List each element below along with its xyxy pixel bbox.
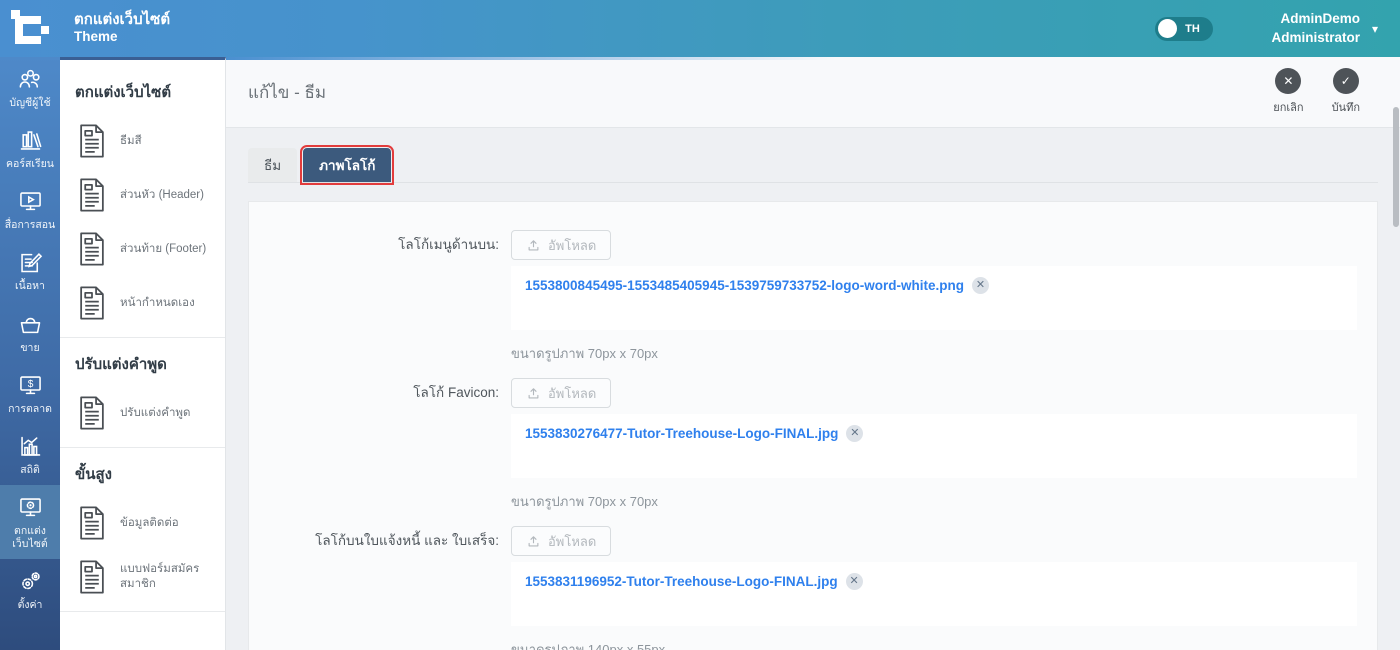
document-icon	[80, 124, 104, 158]
tab-theme[interactable]: ธีม	[248, 148, 298, 182]
courses-icon	[20, 131, 41, 150]
file-link[interactable]: 1553800845495-1553485405945-153975973375…	[525, 278, 964, 293]
document-icon	[80, 396, 104, 430]
submenu-heading-theme: ตกแต่งเว็บไซต์	[75, 84, 172, 101]
upload-icon	[528, 387, 539, 398]
divider	[60, 337, 225, 338]
document-icon	[80, 560, 104, 594]
file-link[interactable]: 1553831196952-Tutor-Treehouse-Logo-FINAL…	[525, 574, 838, 589]
sidebar-item-statistics[interactable]: สถิติ	[0, 424, 60, 485]
content-icon	[20, 253, 42, 273]
image-size-hint: ขนาดรูปภาพ 70px x 70px	[511, 346, 658, 361]
sidebar-item-courses[interactable]: คอร์สเรียน	[0, 118, 60, 179]
module-title: ตกแต่งเว็บไซต์ Theme	[74, 11, 170, 47]
divider	[60, 611, 225, 612]
tab-bar: ธีม ภาพโลโก้	[248, 145, 1378, 185]
document-icon	[80, 506, 104, 540]
app-window: ตกแต่งเว็บไซต์ Theme TH AdminDemo Admini…	[0, 0, 1400, 650]
user-name: AdminDemo	[1280, 11, 1360, 27]
language-label: TH	[1185, 22, 1200, 35]
uploaded-file-box: 1553831196952-Tutor-Treehouse-Logo-FINAL…	[511, 562, 1357, 626]
submenu-item-custom-page[interactable]: หน้ากำหนดเอง	[60, 276, 225, 330]
sidebar-item-sell[interactable]: ขาย	[0, 302, 60, 363]
logo-form-panel: โลโก้เมนูด้านบน: อัพโหลด 1553800845495-1…	[248, 201, 1378, 650]
sub-sidebar: ตกแต่งเว็บไซต์ ธีมสี ส่วนหัว (Header) ส่…	[60, 57, 226, 650]
document-icon	[80, 232, 104, 266]
upload-button[interactable]: อัพโหลด	[511, 378, 612, 408]
upload-button[interactable]: อัพโหลด	[511, 526, 612, 556]
divider	[60, 447, 225, 448]
field-label: โลโก้ Favicon:	[413, 385, 499, 400]
uploaded-file-box: 1553830276477-Tutor-Treehouse-Logo-FINAL…	[511, 414, 1357, 478]
language-toggle[interactable]: TH	[1155, 16, 1214, 41]
module-title-en: Theme	[74, 29, 118, 45]
submenu-item-footer[interactable]: ส่วนท้าย (Footer)	[60, 222, 225, 276]
sidebar-item-accounts[interactable]: บัญชีผู้ใช้	[0, 57, 60, 118]
save-button[interactable]: ✓ บันทึก	[1332, 68, 1360, 116]
marketing-icon: $	[19, 375, 41, 394]
field-favicon-logo: โลโก้ Favicon: อัพโหลด 1553830276477-Tut…	[249, 378, 1357, 512]
toggle-knob	[1158, 19, 1178, 38]
vertical-scrollbar[interactable]	[1392, 57, 1400, 650]
top-bar: ตกแต่งเว็บไซต์ Theme TH AdminDemo Admini…	[0, 0, 1400, 57]
submenu-item-wording[interactable]: ปรับแต่งคำพูด	[60, 386, 225, 440]
svg-text:$: $	[27, 379, 33, 390]
user-role: Administrator	[1271, 29, 1360, 45]
sell-icon	[20, 317, 40, 333]
app-logo[interactable]	[0, 0, 60, 57]
sidebar-item-settings[interactable]: ตั้งค่า	[0, 559, 60, 620]
main-content: แก้ไข - ธีม ✕ ยกเลิก ✓ บันทึก ธีม ภาพโลโ…	[226, 57, 1400, 650]
remove-file-icon[interactable]: ✕	[845, 573, 863, 590]
close-icon: ✕	[1275, 68, 1302, 94]
submenu-heading-wording: ปรับแต่งคำพูด	[75, 356, 167, 373]
submenu-item-theme-colors[interactable]: ธีมสี	[60, 114, 225, 168]
submenu-heading-advanced: ขั้นสูง	[75, 466, 112, 483]
file-link[interactable]: 1553830276477-Tutor-Treehouse-Logo-FINAL…	[525, 426, 838, 441]
field-invoice-logo: โลโก้บนใบแจ้งหนี้ และ ใบเสร็จ: อัพโหลด 1…	[249, 526, 1357, 650]
upload-button[interactable]: อัพโหลด	[511, 230, 612, 260]
check-icon: ✓	[1332, 68, 1359, 94]
field-label: โลโก้บนใบแจ้งหนี้ และ ใบเสร็จ:	[315, 533, 499, 548]
user-names: AdminDemo Administrator	[1271, 10, 1360, 46]
field-label: โลโก้เมนูด้านบน:	[398, 237, 499, 252]
submenu-item-header[interactable]: ส่วนหัว (Header)	[60, 168, 225, 222]
scrollbar-thumb[interactable]	[1393, 107, 1399, 227]
media-icon	[19, 192, 41, 211]
settings-icon	[21, 572, 40, 590]
users-icon	[19, 69, 40, 88]
sidebar-item-website-theme[interactable]: ตกแต่งเว็บไซต์	[0, 484, 60, 560]
upload-icon	[528, 535, 539, 546]
field-top-menu-logo: โลโก้เมนูด้านบน: อัพโหลด 1553800845495-1…	[249, 230, 1357, 364]
page-title: แก้ไข - ธีม	[248, 82, 327, 102]
document-icon	[80, 286, 104, 320]
remove-file-icon[interactable]: ✕	[846, 425, 864, 442]
image-size-hint: ขนาดรูปภาพ 70px x 70px	[511, 494, 658, 509]
module-title-thai: ตกแต่งเว็บไซต์	[74, 10, 171, 28]
upload-icon	[528, 239, 539, 250]
document-icon	[80, 178, 104, 212]
submenu-item-register-form[interactable]: แบบฟอร์มสมัครสมาชิก	[60, 550, 225, 604]
cancel-button[interactable]: ✕ ยกเลิก	[1273, 68, 1304, 116]
main-nav-rail: บัญชีผู้ใช้ คอร์สเรียน สื่อการสอน เนื้อห…	[0, 57, 60, 650]
sidebar-item-marketing[interactable]: $ การตลาด	[0, 363, 60, 424]
chevron-down-icon: ▾	[1371, 21, 1378, 36]
image-size-hint: ขนาดรูปภาพ 140px x 55px	[511, 642, 666, 650]
submenu-item-contact-info[interactable]: ข้อมูลติดต่อ	[60, 496, 225, 550]
user-menu[interactable]: AdminDemo Administrator ▾	[1271, 10, 1378, 46]
sidebar-item-media[interactable]: สื่อการสอน	[0, 179, 60, 240]
sidebar-item-content[interactable]: เนื้อหา	[0, 240, 60, 301]
uploaded-file-box: 1553800845495-1553485405945-153975973375…	[511, 266, 1357, 330]
stats-icon	[20, 436, 40, 456]
remove-file-icon[interactable]: ✕	[972, 277, 990, 294]
page-header: แก้ไข - ธีม ✕ ยกเลิก ✓ บันทึก	[226, 57, 1400, 128]
brand-logo-icon	[11, 9, 49, 48]
website-theme-icon	[19, 498, 41, 517]
tab-logo-images[interactable]: ภาพโลโก้	[300, 145, 395, 185]
